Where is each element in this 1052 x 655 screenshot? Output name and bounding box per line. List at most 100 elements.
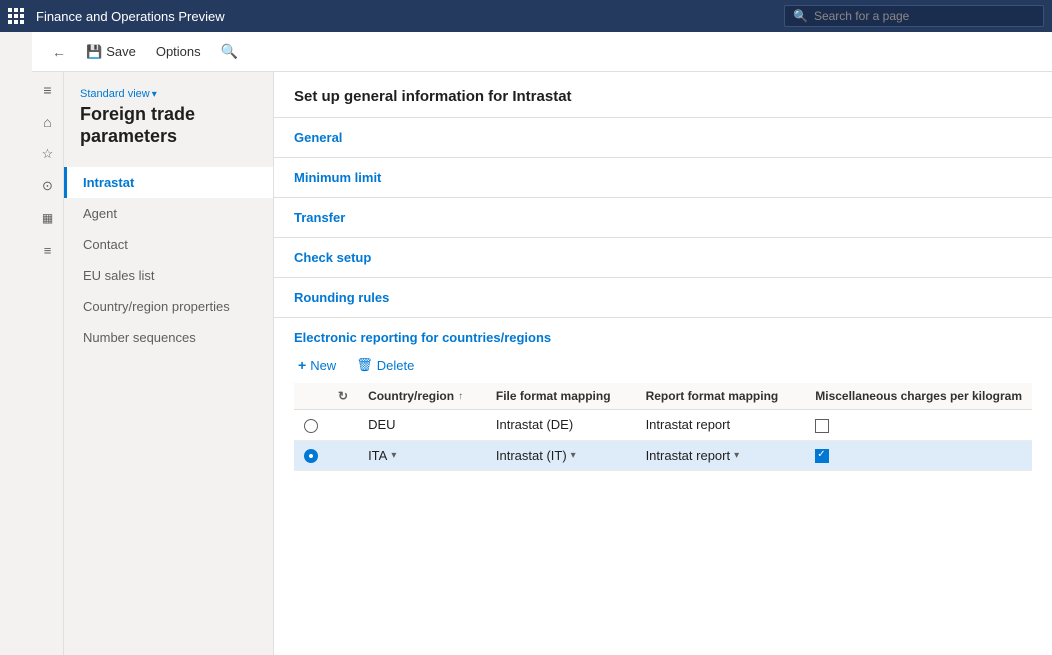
er-table: ↻ Country/region ↑ File format mapping R… xyxy=(294,383,1032,471)
table-header-row: ↻ Country/region ↑ File format mapping R… xyxy=(294,383,1032,410)
favorites-icon: ☆ xyxy=(42,146,54,162)
modules-icon: ≡ xyxy=(44,243,52,258)
ita-report-dropdown-arrow[interactable]: ▾ xyxy=(734,450,739,461)
options-button[interactable]: Options xyxy=(148,40,209,63)
favorites-icon-btn[interactable]: ☆ xyxy=(34,140,62,168)
section-transfer[interactable]: Transfer xyxy=(274,198,1052,238)
section-rounding-rules-label: Rounding rules xyxy=(294,290,389,305)
row-ita-report-dropdown: Intrastat report ▾ xyxy=(646,448,796,463)
section-transfer-label: Transfer xyxy=(294,210,345,225)
col-refresh: ↻ xyxy=(328,383,358,410)
row-ita-radio-cell[interactable] xyxy=(294,440,328,471)
row-ita-country-text: ITA xyxy=(368,448,387,463)
recent-icon-btn[interactable]: ⊙ xyxy=(34,172,62,200)
sidebar-item-contact[interactable]: Contact xyxy=(64,229,273,260)
col-report-format-mapping: Report format mapping xyxy=(636,383,806,410)
ita-country-dropdown-arrow[interactable]: ▾ xyxy=(391,450,396,461)
section-check-setup-label: Check setup xyxy=(294,250,371,265)
home-icon: ⌂ xyxy=(43,114,51,130)
workspaces-icon: ▦ xyxy=(42,211,53,225)
app-icon-bar: ≡ ⌂ ☆ ⊙ ▦ ≡ xyxy=(32,72,64,655)
table-row: DEU Intrastat (DE) Intrastat report xyxy=(294,410,1032,441)
row-ita-refresh-cell xyxy=(328,440,358,471)
er-section-title: Electronic reporting for countries/regio… xyxy=(294,330,1032,345)
row-ita-file-format: Intrastat (IT) ▾ xyxy=(486,440,636,471)
country-region-header: Country/region ↑ xyxy=(368,389,476,403)
top-bar: Finance and Operations Preview 🔍 Search … xyxy=(0,0,1052,32)
new-button[interactable]: + New xyxy=(294,355,340,375)
workspaces-icon-btn[interactable]: ▦ xyxy=(34,204,62,232)
row-ita-country-dropdown: ITA ▾ xyxy=(368,448,476,463)
sort-icon[interactable]: ↑ xyxy=(458,391,463,402)
row-deu-refresh-cell xyxy=(328,410,358,441)
modules-icon-btn[interactable]: ≡ xyxy=(34,236,62,264)
sidebar-item-number-sequences[interactable]: Number sequences xyxy=(64,322,273,353)
sidebar-item-eu-sales-list[interactable]: EU sales list xyxy=(64,260,273,291)
search-icon: 🔍 xyxy=(793,9,808,23)
col-misc-charges: Miscellaneous charges per kilogram xyxy=(805,383,1032,410)
save-icon: 💾 xyxy=(86,44,102,60)
row-deu-country: DEU xyxy=(358,410,486,441)
row-ita-misc-cell[interactable] xyxy=(805,440,1032,471)
col-country-region[interactable]: Country/region ↑ xyxy=(358,383,486,410)
home-icon-btn[interactable]: ⌂ xyxy=(34,108,62,136)
app-title: Finance and Operations Preview xyxy=(36,9,784,24)
er-section: Electronic reporting for countries/regio… xyxy=(274,318,1052,471)
section-minimum-limit-label: Minimum limit xyxy=(294,170,381,185)
content-area: ≡ ⌂ ☆ ⊙ ▦ ≡ Standard view ▾ xyxy=(32,72,1052,655)
er-toolbar: + New 🗑 Delete xyxy=(294,355,1032,375)
search-box[interactable]: 🔍 Search for a page xyxy=(784,5,1044,27)
save-button[interactable]: 💾 Save xyxy=(78,40,144,64)
col-radio xyxy=(294,383,328,410)
page-title: Foreign trade parameters xyxy=(80,104,257,147)
delete-icon: 🗑 xyxy=(356,357,373,373)
right-panel: Set up general information for Intrastat… xyxy=(274,72,1052,655)
page-meta: Standard view ▾ Foreign trade parameters xyxy=(64,80,273,151)
plus-icon: + xyxy=(298,357,306,373)
row-ita-file-dropdown: Intrastat (IT) ▾ xyxy=(496,448,626,463)
recent-icon: ⊙ xyxy=(42,178,53,194)
table-row: ITA ▾ Intrastat (IT) ▾ xyxy=(294,440,1032,471)
section-check-setup[interactable]: Check setup xyxy=(274,238,1052,278)
sidebar-item-country-region-properties[interactable]: Country/region properties xyxy=(64,291,273,322)
row-ita-report-format: Intrastat report ▾ xyxy=(636,440,806,471)
section-general-label: General xyxy=(294,130,342,145)
search-toolbar-button[interactable]: 🔍 xyxy=(213,39,246,64)
section-general[interactable]: General xyxy=(274,118,1052,158)
row-deu-radio[interactable] xyxy=(304,419,318,433)
ita-file-dropdown-arrow[interactable]: ▾ xyxy=(571,450,576,461)
back-button[interactable]: ← xyxy=(44,40,74,64)
row-ita-country: ITA ▾ xyxy=(358,440,486,471)
sidebar-item-intrastat[interactable]: Intrastat xyxy=(64,167,273,198)
main-layout: ≡ ⌂ ☆ ⊙ ▦ ≡ Standard view ▾ xyxy=(32,32,1052,655)
side-nav: Standard view ▾ Foreign trade parameters… xyxy=(64,72,274,655)
panel-header: Set up general information for Intrastat xyxy=(274,72,1052,118)
row-ita-checkbox[interactable] xyxy=(815,449,829,463)
row-ita-file-text: Intrastat (IT) xyxy=(496,448,567,463)
section-minimum-limit[interactable]: Minimum limit xyxy=(274,158,1052,198)
search-toolbar-icon: 🔍 xyxy=(221,43,238,60)
hamburger-icon-btn[interactable]: ≡ xyxy=(34,76,62,104)
row-ita-report-text: Intrastat report xyxy=(646,448,731,463)
toolbar: ← 💾 Save Options 🔍 xyxy=(32,32,1052,72)
back-icon: ← xyxy=(52,44,66,60)
refresh-icon: ↻ xyxy=(338,389,348,403)
row-deu-report-format: Intrastat report xyxy=(636,410,806,441)
sidebar-item-agent[interactable]: Agent xyxy=(64,198,273,229)
delete-label: Delete xyxy=(377,358,415,373)
search-placeholder-text: Search for a page xyxy=(814,9,909,23)
nav-items: Intrastat Agent Contact EU sales list Co… xyxy=(64,167,273,353)
row-deu-checkbox[interactable] xyxy=(815,419,829,433)
waffle-icon[interactable] xyxy=(8,8,22,24)
options-label: Options xyxy=(156,44,201,59)
row-deu-radio-cell[interactable] xyxy=(294,410,328,441)
country-region-header-text: Country/region xyxy=(368,389,454,403)
section-rounding-rules[interactable]: Rounding rules xyxy=(274,278,1052,318)
row-ita-radio[interactable] xyxy=(304,449,318,463)
hamburger-icon: ≡ xyxy=(43,82,51,98)
view-selector[interactable]: Standard view ▾ xyxy=(80,88,257,100)
row-deu-misc-cell[interactable] xyxy=(805,410,1032,441)
delete-button[interactable]: 🗑 Delete xyxy=(352,355,418,375)
save-label: Save xyxy=(106,44,136,59)
col-file-format-mapping: File format mapping xyxy=(486,383,636,410)
